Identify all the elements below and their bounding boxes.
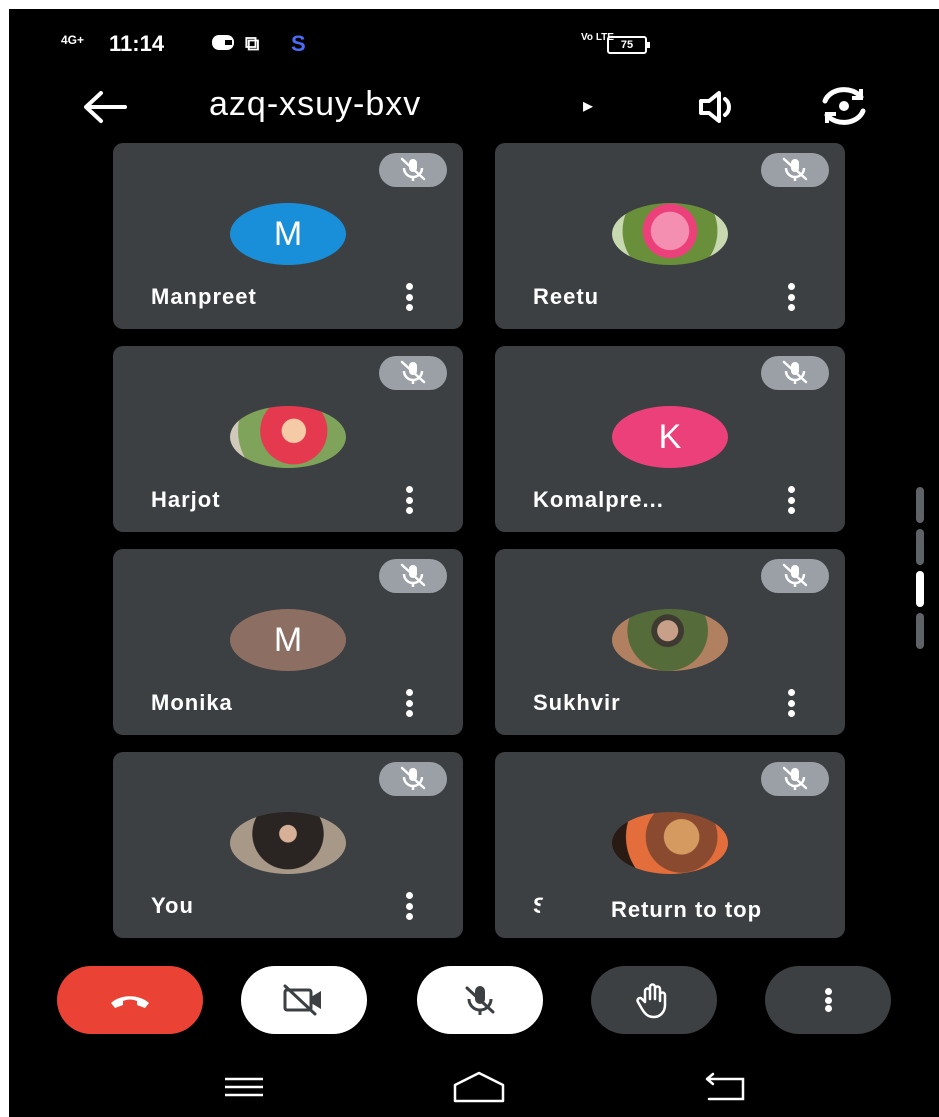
scrollbar-thumb[interactable] — [916, 571, 924, 607]
participant-options-icon[interactable] — [405, 486, 413, 514]
recent-apps-icon[interactable] — [219, 1069, 269, 1105]
back-arrow-icon[interactable] — [81, 89, 127, 125]
status-bar: 4G+ 11:14 ⧉ S Vo LTE 75 — [9, 9, 939, 69]
participant-name: Manpreet — [151, 284, 257, 309]
return-to-top-button[interactable]: Return to top — [540, 886, 833, 934]
notification-image-icon: ⧉ — [245, 33, 260, 55]
clock: 11:14 — [109, 31, 165, 56]
scrollbar-track-segment — [916, 613, 924, 649]
muted-mic-icon — [761, 559, 829, 593]
participant-avatar: K — [612, 406, 728, 468]
participant-options-icon[interactable] — [787, 283, 795, 311]
raise-hand-button[interactable] — [591, 966, 717, 1034]
muted-mic-icon — [761, 762, 829, 796]
participant-options-icon[interactable] — [787, 689, 795, 717]
participant-avatar — [230, 406, 346, 468]
participant-name: Reetu — [533, 284, 600, 309]
muted-mic-icon — [761, 356, 829, 390]
muted-mic-icon — [761, 153, 829, 187]
participant-options-icon[interactable] — [405, 689, 413, 717]
muted-mic-icon — [379, 559, 447, 593]
meeting-header: azq-xsuy-bxv ▸ — [9, 77, 939, 137]
participant-tile[interactable]: You — [113, 752, 463, 938]
muted-mic-icon — [379, 356, 447, 390]
participant-name: Harjot — [151, 487, 221, 512]
microphone-toggle-button[interactable] — [417, 966, 543, 1034]
participant-name: Komalpre... — [533, 487, 664, 512]
participant-tile[interactable]: Sukhvir — [495, 549, 845, 735]
participant-name: You — [151, 893, 194, 918]
participant-avatar — [612, 609, 728, 671]
participant-avatar — [612, 203, 728, 265]
participant-options-icon[interactable] — [405, 892, 413, 920]
scrollbar-track-segment — [916, 529, 924, 565]
notification-icon — [212, 35, 234, 50]
microphone-off-icon — [465, 986, 495, 1015]
participant-options-icon[interactable] — [405, 283, 413, 311]
participant-tile[interactable]: M Manpreet — [113, 143, 463, 329]
switch-camera-icon[interactable] — [817, 85, 871, 127]
participant-tile[interactable]: Reetu — [495, 143, 845, 329]
hang-up-icon — [111, 996, 149, 1008]
muted-mic-icon — [379, 153, 447, 187]
meeting-code[interactable]: azq-xsuy-bxv — [209, 85, 421, 124]
participant-options-icon[interactable] — [787, 486, 795, 514]
raise-hand-icon — [636, 983, 667, 1019]
muted-mic-icon — [379, 762, 447, 796]
signal-indicator: 4G+ — [61, 33, 85, 47]
participant-avatar — [612, 812, 728, 874]
participant-name: Monika — [151, 690, 233, 715]
participant-tile[interactable]: M Monika — [113, 549, 463, 735]
scrollbar-track-segment — [916, 487, 924, 523]
participant-avatar: M — [230, 609, 346, 671]
camera-off-icon — [283, 984, 321, 1016]
back-nav-icon[interactable] — [697, 1069, 753, 1105]
battery-indicator: 75 — [607, 36, 650, 54]
home-icon[interactable] — [449, 1069, 509, 1105]
camera-toggle-button[interactable] — [241, 966, 367, 1034]
end-call-button[interactable] — [57, 966, 203, 1034]
participant-tile[interactable]: K Komalpre... — [495, 346, 845, 532]
speaker-icon[interactable] — [695, 89, 741, 125]
app-notification-icon: S — [291, 31, 306, 56]
meeting-info-caret-icon[interactable]: ▸ — [583, 93, 593, 118]
more-options-button[interactable] — [765, 966, 891, 1034]
phone-screen: 4G+ 11:14 ⧉ S Vo LTE 75 azq-xsuy-bxv ▸ M… — [9, 9, 939, 1117]
participant-tile[interactable]: Harjot — [113, 346, 463, 532]
more-vert-icon — [824, 988, 832, 1012]
participant-avatar: M — [230, 203, 346, 265]
participant-name: Sukhvir — [533, 690, 621, 715]
participant-avatar — [230, 812, 346, 874]
